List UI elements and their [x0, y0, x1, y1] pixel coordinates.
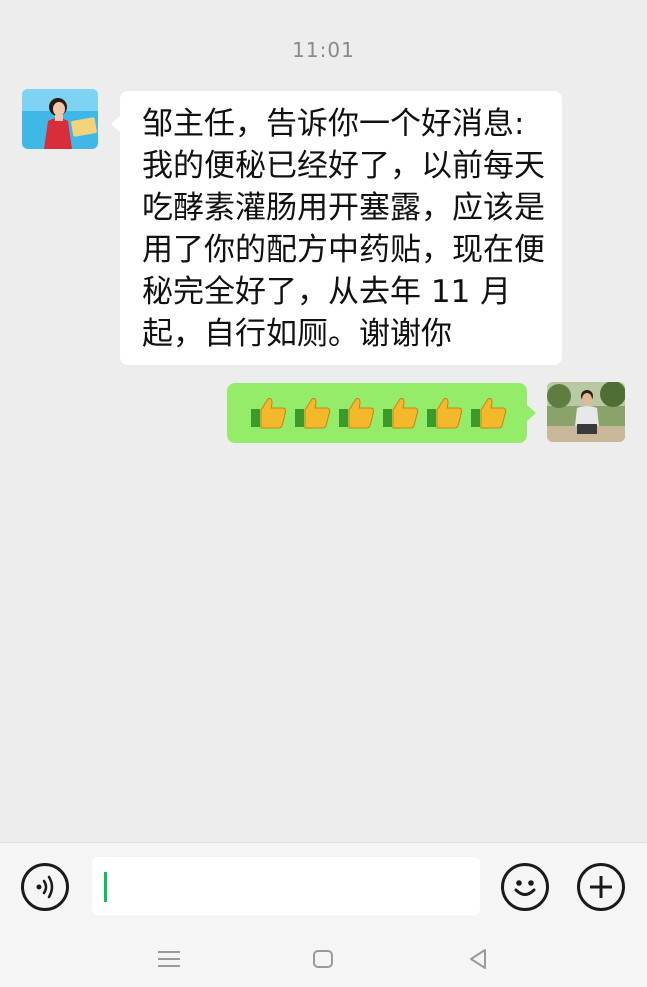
- incoming-message-text: 邹主任，告诉你一个好消息:我的便秘已经好了，以前每天吃酵素灌肠用开塞露，应该是用…: [142, 106, 545, 352]
- recent-apps-button[interactable]: [154, 944, 184, 974]
- system-navigation-bar: [0, 930, 647, 987]
- thumbs-up-icon: [471, 398, 507, 429]
- thumbs-up-emoji-row: [249, 395, 509, 431]
- thumbs-up-icon: [383, 398, 419, 429]
- home-button[interactable]: [308, 944, 338, 974]
- thumbs-up-icon: [251, 398, 287, 429]
- home-square-icon: [313, 950, 333, 968]
- voice-button[interactable]: [21, 863, 69, 911]
- back-triangle-icon: [470, 949, 486, 969]
- outgoing-message-bubble[interactable]: [227, 383, 536, 443]
- message-input-bar: [0, 842, 647, 931]
- self-avatar[interactable]: [547, 382, 625, 442]
- thumbs-up-icon: [427, 398, 463, 429]
- thumbs-up-icon: [295, 398, 331, 429]
- thumbs-up-icon: [339, 398, 375, 429]
- woman-speaker-avatar: [22, 89, 98, 149]
- contact-avatar[interactable]: [22, 89, 98, 149]
- message-timestamp: 11:01: [292, 38, 355, 62]
- emoji-smile-icon: [514, 880, 536, 896]
- more-button[interactable]: [577, 863, 625, 911]
- chat-area: 11:01 邹主任，告诉你一个好消息:我的便秘已经好了，以前每天吃酵素灌肠用开塞…: [0, 0, 647, 842]
- message-text-input[interactable]: [92, 857, 480, 915]
- man-outdoor-avatar: [547, 382, 625, 442]
- voice-icon: [36, 875, 54, 899]
- incoming-message-bubble[interactable]: 邹主任，告诉你一个好消息:我的便秘已经好了，以前每天吃酵素灌肠用开塞露，应该是用…: [111, 91, 562, 365]
- text-cursor: [104, 872, 107, 902]
- emoji-button[interactable]: [501, 863, 549, 911]
- back-button[interactable]: [463, 944, 493, 974]
- menu-lines-icon: [158, 951, 180, 967]
- plus-icon: [590, 876, 612, 898]
